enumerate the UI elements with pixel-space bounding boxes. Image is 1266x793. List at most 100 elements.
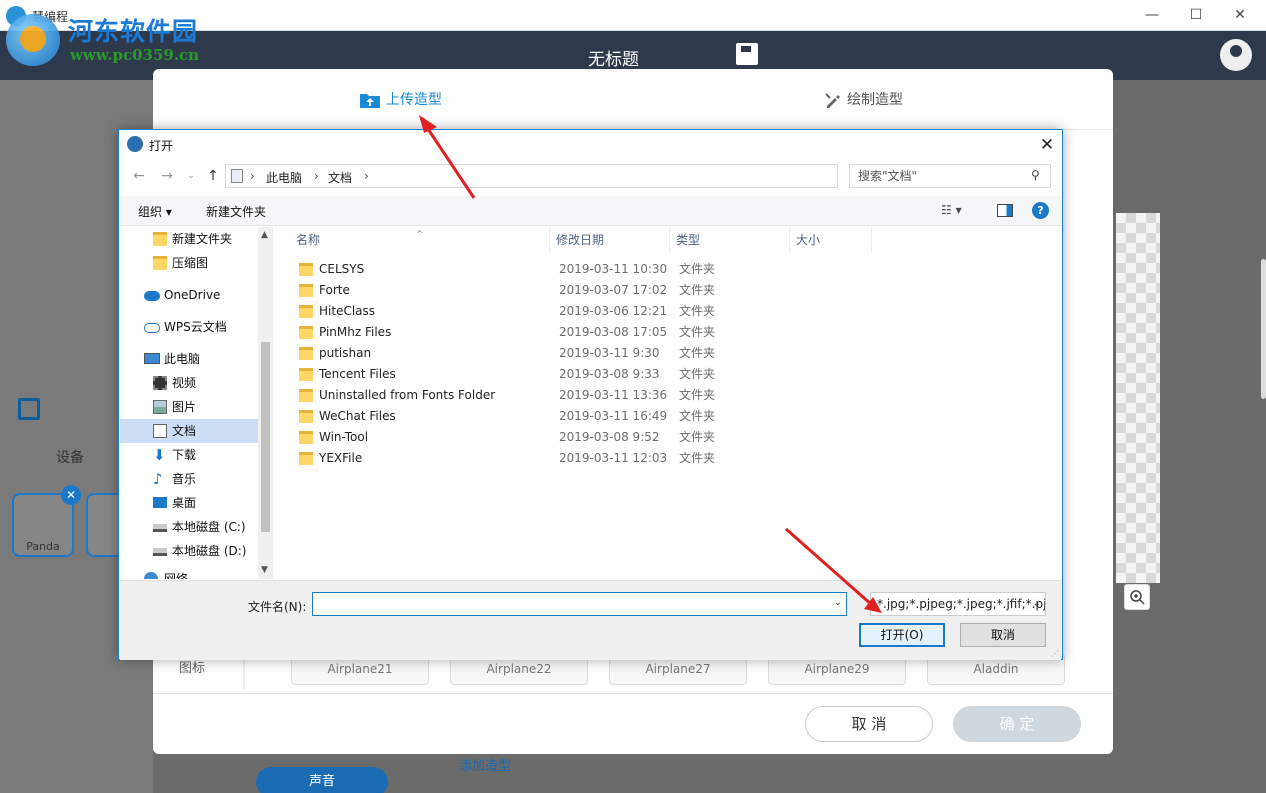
nav-item-label: 本地磁盘 (D:) [172,544,247,558]
nav-item-wps-cloud[interactable]: WPS云文档 [120,315,258,339]
folder-icon [299,368,313,381]
column-header-name[interactable]: ^ 名称 [276,227,550,253]
nav-item-drive-d[interactable]: 本地磁盘 (D:) [120,539,258,563]
filename-field[interactable]: ⌄ [312,592,847,616]
file-row[interactable]: Tencent Files 2019-03-08 9:33 文件夹 [276,364,1062,385]
recent-locations-chevron-icon[interactable]: ⌄ [181,166,201,186]
device-tab[interactable]: 设备 [56,447,84,467]
cancel-button[interactable]: 取消 [960,623,1046,647]
help-icon[interactable]: ? [1032,202,1049,219]
nav-item-label: 视频 [172,376,197,390]
nav-item-desktop[interactable]: 桌面 [120,491,258,515]
file-type-filter[interactable]: *.jpg;*.pjpeg;*.jpeg;*.jfif;*.pj ⌄ [870,592,1046,616]
nav-item-videos[interactable]: 视频 [120,371,258,395]
file-name: Forte [319,283,350,297]
window-close-button[interactable]: ✕ [1220,4,1260,26]
download-icon: ⬇ [153,446,166,464]
file-type: 文件夹 [679,325,716,339]
nav-item-label: 音乐 [172,472,197,486]
scroll-down-icon[interactable]: ▼ [261,565,268,575]
cloud-icon [144,323,160,333]
file-row[interactable]: HiteClass 2019-03-06 12:21 文件夹 [276,301,1062,322]
file-row[interactable]: WeChat Files 2019-03-11 16:49 文件夹 [276,406,1062,427]
nav-pane-scrollbar[interactable]: ▲ ▼ [258,227,273,579]
nav-item-music[interactable]: ♪ 音乐 [120,467,258,491]
folder-icon [299,284,313,297]
file-row[interactable]: CELSYS 2019-03-11 10:30 文件夹 [276,259,1062,280]
maximize-button[interactable]: ☐ [1176,4,1216,26]
file-row[interactable]: PinMhz Files 2019-03-08 17:05 文件夹 [276,322,1062,343]
modal-scrollbar[interactable] [1261,259,1266,399]
preview-pane-icon[interactable] [997,204,1013,217]
up-button[interactable]: ↑ [203,166,223,186]
app-titlebar: 慧编程 — ☐ ✕ [0,0,1266,31]
canvas-preview [1116,213,1160,583]
zoom-in-icon[interactable] [1124,584,1150,610]
scroll-up-icon[interactable]: ▲ [261,230,268,240]
document-title[interactable]: 无标题 [588,45,639,70]
resize-grip-icon[interactable]: ⋰ [1051,649,1059,658]
search-input[interactable] [858,166,1028,186]
file-type: 文件夹 [679,451,716,465]
new-folder-button[interactable]: 新建文件夹 [206,203,266,220]
filename-input[interactable] [317,594,822,614]
back-button[interactable]: ← [129,166,149,186]
file-date: 2019-03-08 17:05 [559,325,668,339]
search-box[interactable]: ⚲ [849,164,1051,188]
file-row[interactable]: Uninstalled from Fonts Folder 2019-03-11… [276,385,1062,406]
sprite-close-icon[interactable]: ✕ [61,485,81,505]
modal-confirm-button[interactable]: 确 定 [953,706,1081,742]
open-button[interactable]: 打开(O) [859,623,945,647]
column-header-type[interactable]: 类型 [670,227,790,253]
save-icon[interactable] [736,43,758,65]
view-options-icon[interactable]: ☷ ▾ [941,203,962,217]
nav-item-label: 本地磁盘 (C:) [172,520,246,534]
sound-button[interactable]: 声音 [256,767,388,793]
add-shape-link[interactable]: 添加造型 [459,755,511,774]
dialog-titlebar[interactable]: 打开 ✕ [119,130,1062,158]
fullscreen-icon[interactable] [18,398,40,420]
filename-dropdown-icon[interactable]: ⌄ [834,597,842,608]
nav-item-downloads[interactable]: ⬇ 下载 [120,443,258,467]
file-type-filter-value: *.jpg;*.pjpeg;*.jpeg;*.jfif;*.pj [877,597,1046,611]
modal-cancel-button[interactable]: 取 消 [805,706,933,742]
file-date: 2019-03-06 12:21 [559,304,668,318]
nav-item-this-pc[interactable]: 此电脑 [120,347,258,371]
address-bar[interactable]: › 此电脑 › 文档 › ⌄ ↻ [225,164,940,188]
column-header-size[interactable]: 大小 [790,227,872,253]
organize-button[interactable]: 组织 ▾ [138,203,172,220]
desktop-icon [153,497,167,508]
file-date: 2019-03-11 10:30 [559,262,668,276]
nav-item-network[interactable]: 网络 [120,567,258,579]
nav-item-drive-c[interactable]: 本地磁盘 (C:) [120,515,258,539]
scrollbar-thumb[interactable] [261,342,270,532]
search-icon[interactable]: ⚲ [1031,168,1040,182]
dialog-app-icon [127,136,143,152]
tab-upload-costume[interactable]: 上传造型 [360,89,442,109]
column-header-date[interactable]: 修改日期 [550,227,670,253]
file-type: 文件夹 [679,409,716,423]
nav-item-onedrive[interactable]: OneDrive [120,283,258,307]
dialog-close-button[interactable]: ✕ [1035,134,1059,156]
nav-item-pictures[interactable]: 图片 [120,395,258,419]
nav-item-compressed[interactable]: 压缩图 [120,251,258,275]
tab-draw-costume[interactable]: 绘制造型 [825,89,903,109]
nav-item-documents[interactable]: 文档 [120,419,258,443]
forward-button[interactable]: → [157,166,177,186]
file-row[interactable]: Forte 2019-03-07 17:02 文件夹 [276,280,1062,301]
file-row[interactable]: YEXFile 2019-03-11 12:03 文件夹 [276,448,1062,469]
breadcrumb-documents[interactable]: 文档 [328,169,352,186]
folder-icon [299,452,313,465]
breadcrumb-this-pc[interactable]: 此电脑 [266,169,302,186]
avatar[interactable] [1220,39,1252,71]
nav-item-label: OneDrive [164,288,221,302]
nav-item-new-folder[interactable]: 新建文件夹 [120,227,258,251]
folder-icon [299,326,313,339]
folder-icon [299,347,313,360]
tab-upload-label: 上传造型 [386,92,442,108]
onedrive-icon [144,291,160,301]
file-row[interactable]: Win-Tool 2019-03-08 9:52 文件夹 [276,427,1062,448]
file-row[interactable]: putishan 2019-03-11 9:30 文件夹 [276,343,1062,364]
minimize-button[interactable]: — [1132,4,1172,26]
app-name: 慧编程 [32,10,69,24]
